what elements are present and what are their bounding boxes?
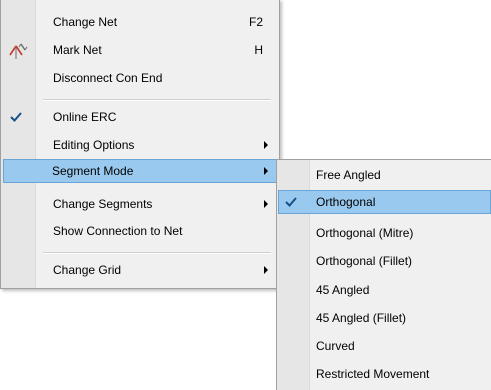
- submenu-item-45-angled[interactable]: 45 Angled: [279, 278, 489, 302]
- menu-item-label: Show Connection to Net: [53, 224, 183, 238]
- context-menu: Change Net F2 Mark Net H Disconnect Con …: [0, 0, 280, 289]
- submenu-item-orthogonal-fillet[interactable]: Orthogonal (Fillet): [279, 249, 489, 273]
- submenu-arrow-icon: [264, 141, 268, 149]
- menu-item-label: Curved: [316, 339, 355, 353]
- submenu-item-orthogonal-mitre[interactable]: Orthogonal (Mitre): [279, 221, 489, 245]
- menu-item-label: 45 Angled (Fillet): [316, 311, 407, 325]
- menu-item-disconnect-con-end[interactable]: Disconnect Con End: [3, 66, 277, 90]
- menu-item-label: Mark Net: [53, 43, 102, 57]
- menu-item-label: Online ERC: [53, 110, 117, 124]
- menu-item-online-erc[interactable]: Online ERC: [3, 105, 277, 129]
- menu-item-editing-options[interactable]: Editing Options: [3, 133, 277, 157]
- submenu-item-restricted-movement[interactable]: Restricted Movement: [279, 362, 489, 386]
- menu-item-label: Free Angled: [316, 168, 381, 182]
- submenu-item-45-angled-fillet[interactable]: 45 Angled (Fillet): [279, 306, 489, 330]
- menu-item-label: 45 Angled: [316, 283, 370, 297]
- menu-item-label: Editing Options: [53, 138, 135, 152]
- checkmark-icon: [284, 196, 298, 208]
- menu-item-label: Orthogonal (Fillet): [316, 254, 413, 268]
- submenu-item-curved[interactable]: Curved: [279, 334, 489, 358]
- menu-item-mark-net[interactable]: Mark Net H: [3, 38, 277, 62]
- menu-item-label: Change Net: [53, 15, 118, 29]
- menu-item-segment-mode[interactable]: Segment Mode: [3, 159, 277, 183]
- submenu-arrow-icon: [264, 200, 268, 208]
- menu-item-show-connection-to-net[interactable]: Show Connection to Net: [3, 219, 277, 243]
- menu-item-label: Orthogonal (Mitre): [316, 226, 414, 240]
- checkmark-icon: [9, 111, 23, 123]
- segment-mode-submenu: Free Angled Orthogonal Orthogonal (Mitre…: [276, 159, 491, 390]
- menu-item-label: Orthogonal: [316, 195, 376, 209]
- menu-item-label: Disconnect Con End: [53, 71, 163, 85]
- menu-item-change-segments[interactable]: Change Segments: [3, 192, 277, 216]
- menu-item-shortcut: H: [254, 43, 263, 57]
- submenu-item-free-angled[interactable]: Free Angled: [279, 163, 489, 187]
- menu-item-shortcut: F2: [248, 15, 263, 29]
- menu-item-change-grid[interactable]: Change Grid: [3, 258, 277, 282]
- menu-item-change-net[interactable]: Change Net F2: [3, 10, 277, 34]
- menu-separator: [43, 252, 271, 254]
- menu-item-label: Restricted Movement: [316, 367, 430, 381]
- submenu-arrow-icon: [264, 167, 268, 175]
- menu-item-label: Change Segments: [53, 197, 153, 211]
- submenu-arrow-icon: [264, 266, 268, 274]
- mark-net-icon: [7, 41, 28, 59]
- menu-item-label: Segment Mode: [52, 164, 134, 178]
- menu-separator: [43, 99, 271, 101]
- submenu-item-orthogonal[interactable]: Orthogonal: [278, 190, 491, 214]
- menu-item-label: Change Grid: [53, 263, 122, 277]
